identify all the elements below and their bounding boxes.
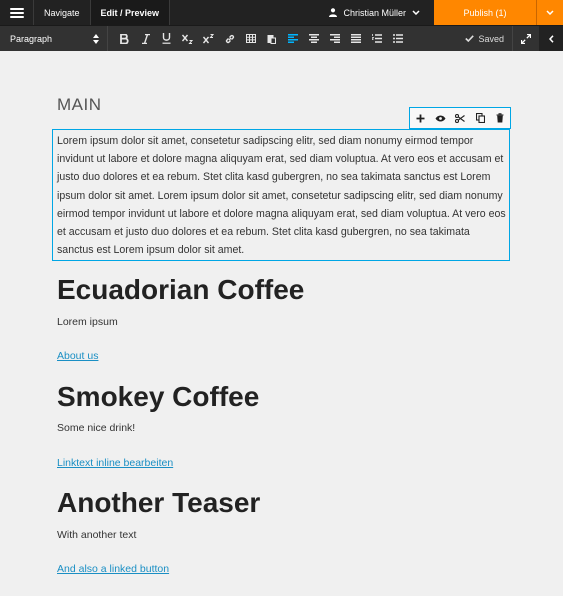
align-right-icon: [329, 34, 340, 43]
user-name: Christian Müller: [343, 7, 406, 18]
justify-button[interactable]: [345, 26, 366, 51]
bold-button[interactable]: [114, 26, 135, 51]
paste-button[interactable]: [261, 26, 282, 51]
paste-icon: [267, 34, 276, 44]
teaser-title[interactable]: Ecuadorian Coffee: [57, 274, 304, 306]
toggle-visibility-button[interactable]: [432, 110, 448, 126]
teaser-link[interactable]: Linktext inline bearbeiten: [57, 457, 173, 469]
ordered-list-button[interactable]: [366, 26, 387, 51]
format-select[interactable]: Paragraph: [0, 26, 108, 51]
italic-icon: [141, 33, 150, 44]
hamburger-icon: [9, 7, 24, 18]
edit-preview-tab[interactable]: Edit / Preview: [90, 0, 171, 25]
expand-icon: [521, 33, 531, 44]
teaser-link[interactable]: About us: [57, 350, 98, 362]
teaser-title[interactable]: Another Teaser: [57, 487, 260, 519]
sort-arrows-icon: [93, 33, 99, 44]
ordered-list-icon: [371, 34, 382, 43]
subscript-icon: [182, 34, 193, 44]
table-icon: [245, 34, 256, 43]
trash-icon: [496, 113, 504, 123]
chevron-down-icon: [412, 10, 420, 15]
teaser-title[interactable]: Smokey Coffee: [57, 381, 259, 413]
delete-button[interactable]: [492, 110, 508, 126]
align-center-icon: [308, 34, 319, 43]
copy-button[interactable]: [472, 110, 488, 126]
content-element-actions: [409, 107, 511, 129]
link-button[interactable]: [219, 26, 240, 51]
teaser-link[interactable]: And also a linked button: [57, 563, 169, 575]
teaser-text[interactable]: Some nice drink!: [57, 422, 135, 434]
publish-button[interactable]: Publish (1): [434, 0, 536, 25]
unordered-list-icon: [392, 34, 403, 43]
underline-button[interactable]: [156, 26, 177, 51]
collapse-sidebar-button[interactable]: [539, 26, 563, 51]
user-icon: [329, 8, 338, 17]
saved-label: Saved: [478, 33, 504, 44]
align-right-button[interactable]: [324, 26, 345, 51]
top-bar: Navigate Edit / Preview Christian Müller…: [0, 0, 563, 25]
publish-dropdown-button[interactable]: [536, 0, 563, 25]
bold-icon: [120, 33, 129, 44]
scissors-icon: [455, 113, 465, 123]
subscript-button[interactable]: [177, 26, 198, 51]
add-button[interactable]: [412, 110, 428, 126]
fullscreen-button[interactable]: [512, 26, 539, 51]
checkmark-icon: [465, 35, 475, 42]
chevron-left-icon: [548, 34, 554, 43]
chevron-down-icon: [546, 10, 554, 15]
cut-button[interactable]: [452, 110, 468, 126]
formatting-toolbar: Paragraph Saved: [0, 25, 563, 51]
link-icon: [225, 34, 234, 43]
align-justify-icon: [350, 34, 361, 43]
italic-button[interactable]: [135, 26, 156, 51]
unordered-list-button[interactable]: [387, 26, 408, 51]
navigate-tab[interactable]: Navigate: [34, 0, 91, 25]
format-select-value: Paragraph: [10, 33, 53, 44]
teaser-text[interactable]: With another text: [57, 529, 136, 541]
align-left-icon: [287, 34, 298, 43]
eye-icon: [435, 115, 445, 121]
align-center-button[interactable]: [303, 26, 324, 51]
teaser-text[interactable]: Lorem ipsum: [57, 316, 118, 328]
table-button[interactable]: [240, 26, 261, 51]
section-label: MAIN: [57, 95, 102, 114]
copy-icon: [475, 113, 485, 123]
superscript-icon: [203, 33, 214, 43]
saved-status: Saved: [457, 34, 512, 44]
user-menu[interactable]: Christian Müller: [315, 0, 434, 25]
underline-icon: [162, 33, 171, 44]
plus-icon: [416, 114, 424, 122]
menu-button[interactable]: [0, 0, 34, 25]
superscript-button[interactable]: [198, 26, 219, 51]
text-paragraph[interactable]: Lorem ipsum dolor sit amet, consetetur s…: [57, 132, 509, 259]
align-left-button[interactable]: [282, 26, 303, 51]
